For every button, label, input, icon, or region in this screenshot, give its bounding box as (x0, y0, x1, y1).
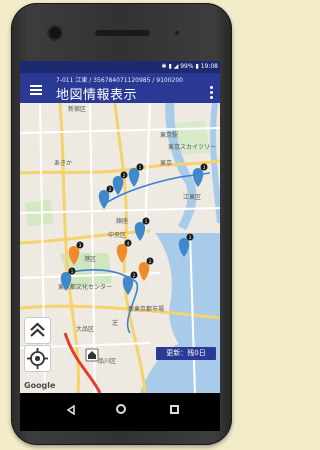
device-info: 7-011 江東 / 356784071120985 / 9100200 (56, 77, 183, 84)
map-label: 品川区 (98, 358, 116, 365)
map-label: 江東区 (183, 193, 201, 201)
clock: 19:08 (200, 63, 218, 70)
map-view[interactable]: 新宿区 東京駅 あきか 東京スカイツリー 中央区 東京 銀座 江東区 港区 品川… (20, 102, 220, 393)
marker-badge-count: 1 (139, 165, 142, 170)
circle-home-icon[interactable] (116, 404, 126, 414)
google-attribution: Google (24, 381, 56, 390)
map-label: 銀座 (116, 217, 128, 225)
sensor-dot (175, 31, 179, 35)
map-label: 芝 (112, 319, 118, 327)
update-status-badge: 更新：残0日 (156, 347, 216, 360)
home-marker-icon[interactable] (85, 348, 99, 362)
triangle-back-icon[interactable] (66, 405, 76, 415)
double-chevron-up-icon (30, 322, 45, 337)
hamburger-menu-icon[interactable] (30, 85, 42, 95)
earpiece-speaker (95, 30, 150, 36)
square-recents-icon[interactable] (170, 405, 179, 414)
my-location-icon (27, 348, 48, 369)
signal-icon: ✱ ▮ ◢ (161, 63, 181, 70)
app-bar: 7-011 江東 / 356784071120985 / 9100200 地図情… (20, 73, 220, 103)
map-label: 東京スカイツリー (168, 143, 216, 151)
marker-badge-count: 2 (149, 259, 152, 264)
marker-badge-count: 2 (123, 173, 126, 178)
map-label: 新東京都市場 (128, 305, 164, 313)
page-title: 地図情報表示 (56, 88, 138, 103)
marker-badge-count: 1 (71, 269, 74, 274)
phone-screen: ✱ ▮ ◢ 99% ▮ 19:08 7-011 江東 / 35678407112… (20, 61, 220, 393)
marker-badge-count: 2 (109, 187, 112, 192)
marker-badge-count: 4 (127, 241, 130, 246)
map-label: あきか (54, 160, 72, 167)
map-label: 大品区 (76, 325, 94, 333)
map-label: 東京駅 (160, 131, 178, 139)
android-nav-bar (20, 393, 220, 431)
map-label: 新宿区 (68, 105, 86, 113)
status-bar: ✱ ▮ ◢ 99% ▮ 19:08 (20, 61, 220, 73)
front-camera (49, 27, 61, 39)
map-label: 東京 (160, 159, 172, 167)
status-indicators: ✱ ▮ ◢ 99% ▮ 19:08 (162, 63, 218, 70)
map-label: 中央区 (108, 231, 126, 239)
marker-badge-count: 2 (133, 273, 136, 278)
map-label: 港区 (84, 255, 96, 263)
more-vert-icon[interactable] (210, 86, 213, 101)
my-location-button[interactable] (24, 345, 51, 372)
collapse-button[interactable] (24, 317, 51, 344)
marker-badge-count: 3 (79, 243, 82, 248)
marker-badge-count: 3 (189, 235, 192, 240)
marker-badge-count: 3 (203, 165, 206, 170)
battery-text: 99% (180, 63, 194, 70)
marker-badge-count: 1 (145, 219, 148, 224)
